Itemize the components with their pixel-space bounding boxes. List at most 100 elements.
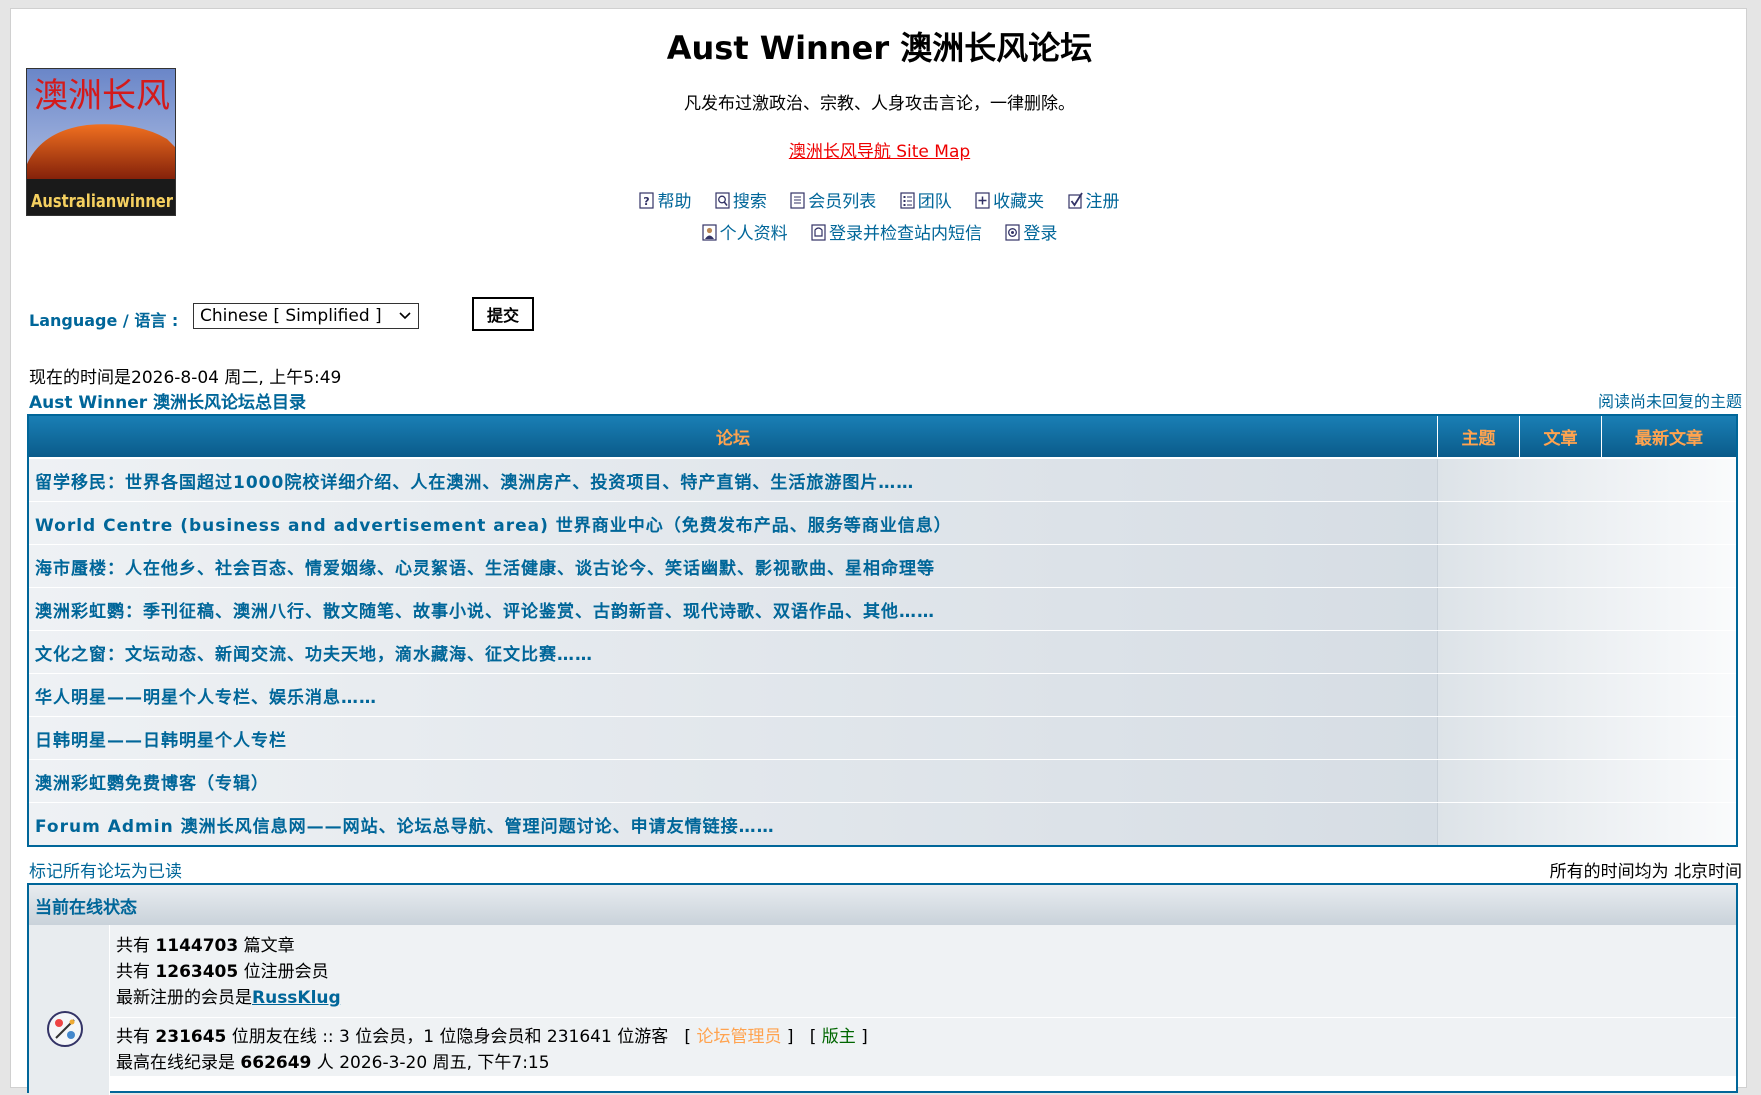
- forum-row: 日韩明星——日韩明星个人专栏: [29, 716, 1736, 759]
- forum-stats-cell: [1438, 674, 1736, 716]
- online-users-stats: 共有 231645 位朋友在线 :: 3 位会员，1 位隐身会员和 231641…: [110, 1018, 1736, 1076]
- online-status-table: 当前在线状态 共有 1144703 篇文章 共有 1263405 位注册会员 最…: [27, 883, 1738, 1095]
- forum-row: 华人明星——明星个人专栏、娱乐消息……: [29, 673, 1736, 716]
- nav-profile[interactable]: 个人资料: [701, 219, 788, 244]
- online-stats: 共有 1144703 篇文章 共有 1263405 位注册会员 最新注册的会员是…: [110, 925, 1736, 1095]
- forum-row: 海市蜃楼：人在他乡、社会百态、情爱姻缘、心灵絮语、生活健康、谈古论今、笑话幽默、…: [29, 544, 1736, 587]
- forum-row: Forum Admin 澳洲长风信息网——网站、论坛总导航、管理问题讨论、申请友…: [29, 802, 1736, 845]
- forum-link[interactable]: Forum Admin 澳洲长风信息网——网站、论坛总导航、管理问题讨论、申请友…: [29, 803, 1438, 845]
- forum-row: 澳洲彩虹鹦：季刊征稿、澳洲八行、散文随笔、故事小说、评论鉴赏、古韵新音、现代诗歌…: [29, 587, 1736, 630]
- forum-list-table: 论坛 主题 文章 最新文章 留学移民：世界各国超过1000院校详细介绍、人在澳洲…: [27, 414, 1738, 847]
- forum-row: 澳洲彩虹鹦免费博客（专辑）: [29, 759, 1736, 802]
- nav-login-label: 登录: [1023, 224, 1058, 244]
- nav-help-label: 帮助: [657, 192, 692, 212]
- nav-messages-label: 登录并检查站内短信: [829, 224, 982, 244]
- nav-favorites-label: 收藏夹: [993, 192, 1045, 212]
- timezone-note: 所有的时间均为 北京时间: [1549, 862, 1742, 882]
- language-label: Language / 语言 :: [29, 311, 179, 330]
- language-selected-value: Chinese [ Simplified ]: [200, 306, 382, 326]
- svg-text:?: ?: [644, 195, 650, 208]
- forum-link[interactable]: World Centre (business and advertisement…: [29, 502, 1438, 544]
- forum-stats-cell: [1438, 631, 1736, 673]
- groups-icon: [900, 192, 915, 209]
- nav-help[interactable]: ? 帮助: [639, 187, 691, 212]
- online-suffix: 位朋友在线 :: 3 位会员，1 位隐身会员和 231641 位游客: [231, 1027, 669, 1047]
- language-submit-button[interactable]: 提交: [472, 297, 534, 331]
- online-count-line: 共有 231645 位朋友在线 :: 3 位会员，1 位隐身会员和 231641…: [116, 1027, 868, 1047]
- nav-register-label: 注册: [1085, 192, 1120, 212]
- header-topics: 主题: [1438, 416, 1520, 457]
- language-select[interactable]: Chinese [ Simplified ]: [193, 303, 419, 329]
- members-suffix: 位注册会员: [243, 962, 329, 982]
- nav-groups[interactable]: 团队: [900, 187, 952, 212]
- site-description: 凡发布过激政治、宗教、人身攻击言论，一律删除。: [684, 94, 1075, 114]
- forum-row: 留学移民：世界各国超过1000院校详细介绍、人在澳洲、澳洲房产、投资项目、特产直…: [29, 458, 1736, 501]
- forum-link[interactable]: 华人明星——明星个人专栏、娱乐消息……: [29, 674, 1438, 716]
- forum-link[interactable]: 留学移民：世界各国超过1000院校详细介绍、人在澳洲、澳洲房产、投资项目、特产直…: [29, 459, 1438, 501]
- forum-row: World Centre (business and advertisement…: [29, 501, 1736, 544]
- forum-stats-cell: [1438, 502, 1736, 544]
- nav-search[interactable]: 搜索: [715, 187, 767, 212]
- online-status-heading: 当前在线状态: [29, 885, 1736, 925]
- forum-stats-cell: [1438, 717, 1736, 759]
- nav-login[interactable]: 登录: [1005, 219, 1057, 244]
- messages-icon: [811, 224, 826, 241]
- admin-legend: 论坛管理员: [696, 1027, 782, 1047]
- total-posts-line: 共有 1144703 篇文章: [116, 933, 1736, 959]
- mark-all-read-link[interactable]: 标记所有论坛为已读: [29, 857, 182, 882]
- posts-prefix: 共有: [116, 936, 150, 956]
- memberlist-icon: [790, 192, 805, 209]
- forum-link[interactable]: 文化之窗：文坛动态、新闻交流、功夫天地，滴水藏海、征文比赛……: [29, 631, 1438, 673]
- login-icon: [1005, 224, 1021, 241]
- forum-index-link[interactable]: Aust Winner 澳洲长风论坛总目录: [29, 388, 306, 413]
- help-icon: ?: [639, 192, 655, 209]
- record-suffix: 人 2026-3-20 周五, 下午7:15: [316, 1053, 550, 1073]
- nav-memberlist-label: 会员列表: [808, 192, 877, 212]
- moderator-legend: 版主: [821, 1027, 856, 1047]
- newest-prefix: 最新注册的会员是: [116, 988, 252, 1008]
- total-members-line: 共有 1263405 位注册会员: [116, 959, 1736, 985]
- newest-member-link[interactable]: RussKlug: [252, 988, 341, 1008]
- forum-stats-cell: [1438, 459, 1736, 501]
- favorites-icon: [975, 192, 990, 209]
- forum-row: 文化之窗：文坛动态、新闻交流、功夫天地，滴水藏海、征文比赛……: [29, 630, 1736, 673]
- site-title: Aust Winner 澳洲长风论坛: [666, 29, 1093, 67]
- profile-icon: [701, 224, 717, 241]
- nav-profile-label: 个人资料: [719, 224, 788, 244]
- online-icon-cell: [29, 925, 110, 1095]
- forum-stats-cell: [1438, 803, 1736, 845]
- online-count: 231645: [155, 1027, 227, 1047]
- online-prefix: 共有: [116, 1027, 150, 1047]
- nav-messages[interactable]: 登录并检查站内短信: [811, 219, 982, 244]
- forum-stats-cell: [1438, 545, 1736, 587]
- record-count: 662649: [240, 1053, 312, 1073]
- who-is-online-icon: [47, 1011, 83, 1047]
- forum-link[interactable]: 澳洲彩虹鹦免费博客（专辑）: [29, 760, 1438, 802]
- search-icon: [715, 192, 730, 209]
- posts-count: 1144703: [155, 936, 239, 956]
- members-prefix: 共有: [116, 962, 150, 982]
- online-status-body: 共有 1144703 篇文章 共有 1263405 位注册会员 最新注册的会员是…: [29, 925, 1736, 1095]
- posts-suffix: 篇文章: [243, 936, 295, 956]
- unanswered-topics-link[interactable]: 阅读尚未回复的主题: [1598, 388, 1742, 412]
- nav-memberlist[interactable]: 会员列表: [790, 187, 876, 212]
- header-forum: 论坛: [29, 416, 1438, 457]
- forum-table-header: 论坛 主题 文章 最新文章: [29, 416, 1736, 458]
- nav-favorites[interactable]: 收藏夹: [975, 187, 1044, 212]
- nav-search-label: 搜索: [732, 192, 767, 212]
- register-icon: [1067, 192, 1083, 209]
- forum-link[interactable]: 日韩明星——日韩明星个人专栏: [29, 717, 1438, 759]
- nav-groups-label: 团队: [917, 192, 952, 212]
- record-prefix: 最高在线纪录是: [116, 1053, 235, 1073]
- header-last-post: 最新文章: [1602, 416, 1736, 457]
- forum-stats-cell: [1438, 588, 1736, 630]
- forum-link[interactable]: 澳洲彩虹鹦：季刊征稿、澳洲八行、散文随笔、故事小说、评论鉴赏、古韵新音、现代诗歌…: [29, 588, 1438, 630]
- site-map-row: 澳洲长风导航 Site Map: [11, 137, 1748, 162]
- forum-stats-cell: [1438, 760, 1736, 802]
- site-map-link[interactable]: 澳洲长风导航 Site Map: [789, 142, 970, 162]
- current-time: 现在的时间是2026-8-04 周二, 上午5:49: [29, 368, 342, 388]
- header-posts: 文章: [1520, 416, 1602, 457]
- forum-link[interactable]: 海市蜃楼：人在他乡、社会百态、情爱姻缘、心灵絮语、生活健康、谈古论今、笑话幽默、…: [29, 545, 1438, 587]
- nav-register[interactable]: 注册: [1067, 187, 1120, 212]
- members-count: 1263405: [155, 962, 239, 982]
